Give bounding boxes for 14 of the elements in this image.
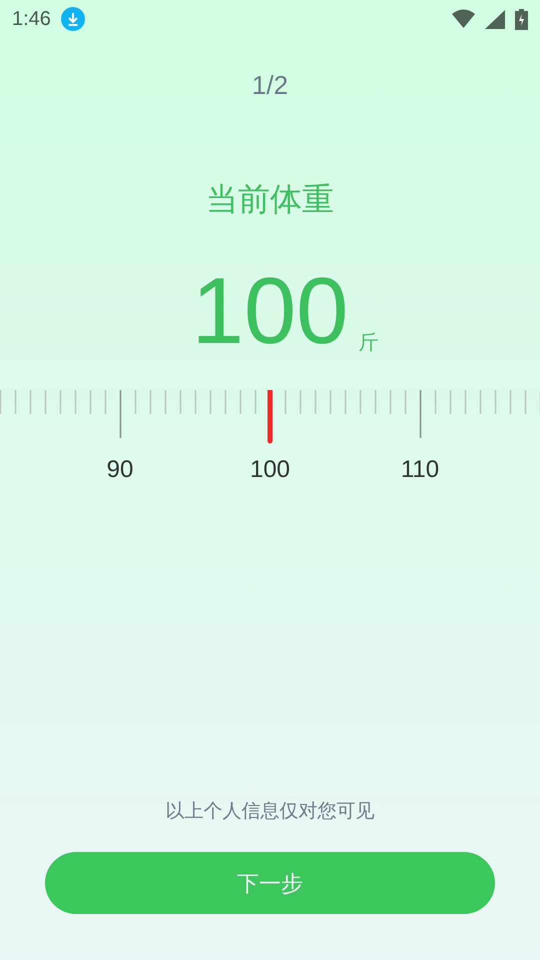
ruler-label: 110 — [400, 455, 440, 485]
page-title: 当前体重 — [206, 180, 334, 219]
next-button[interactable]: 下一步 — [45, 852, 495, 914]
signal-icon — [485, 10, 505, 28]
ruler-label: 90 — [106, 455, 134, 485]
privacy-note: 以上个人信息仅对您可见 — [166, 800, 374, 824]
wifi-icon — [452, 9, 475, 29]
step-indicator: 1/2 — [252, 68, 288, 102]
battery-icon — [515, 8, 528, 30]
weight-value: 100 — [192, 264, 348, 358]
download-icon — [60, 7, 85, 31]
ruler-label: 100 — [250, 455, 290, 485]
weight-unit: 斤 — [358, 331, 378, 356]
status-time: 1:46 — [12, 7, 51, 32]
